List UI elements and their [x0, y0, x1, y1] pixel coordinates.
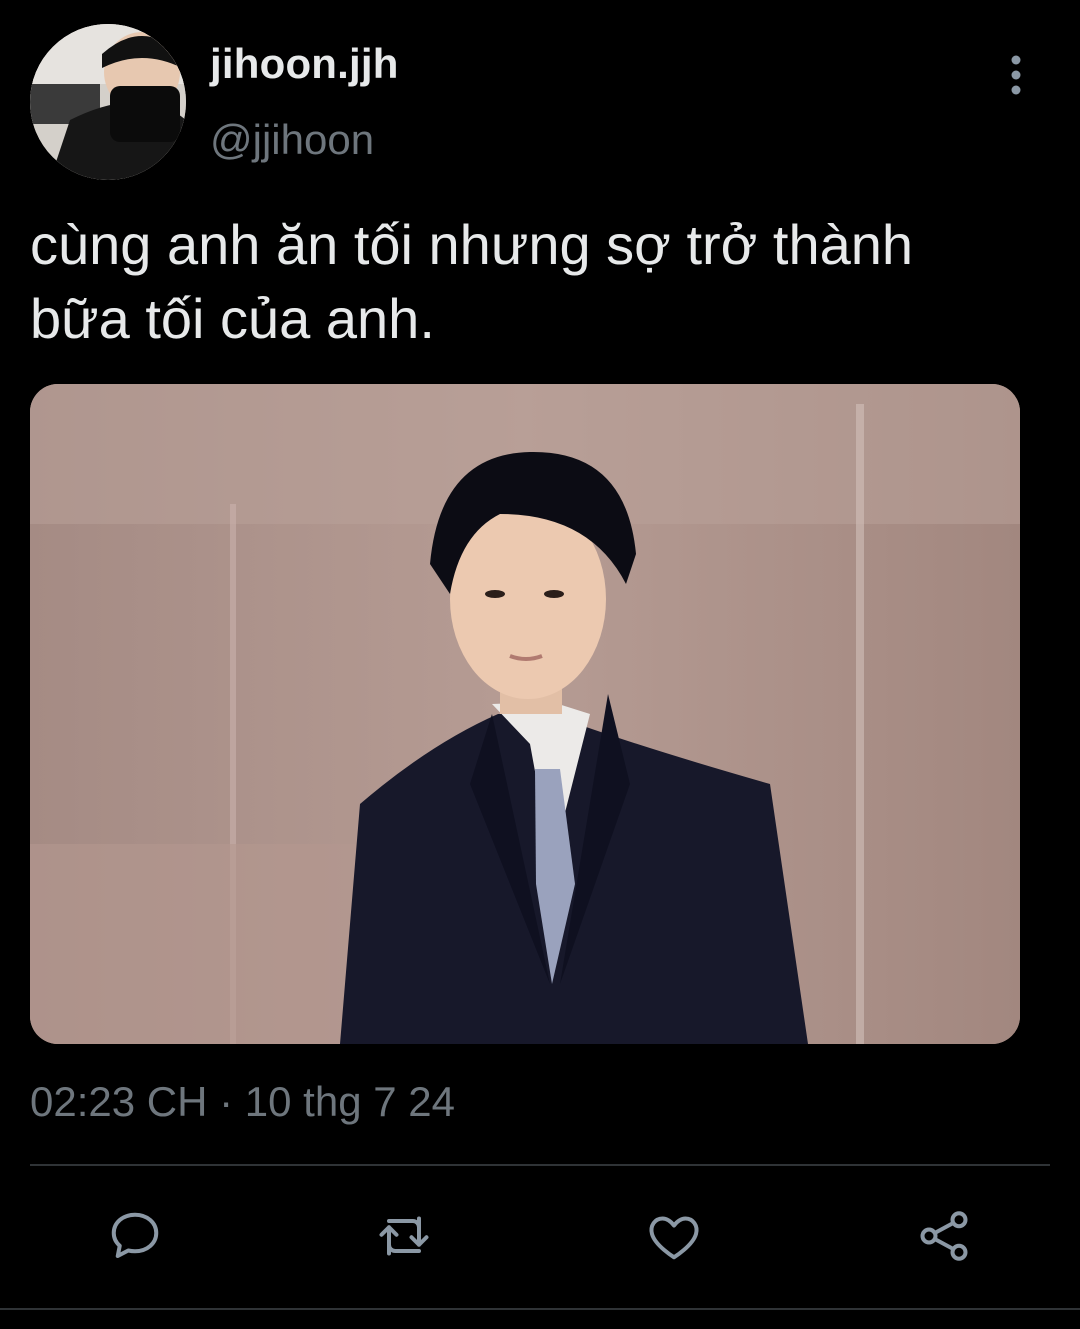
reply-button[interactable] [95, 1196, 175, 1276]
more-vertical-icon [1011, 55, 1021, 95]
author-handle[interactable]: @jjihoon [210, 116, 374, 164]
bottom-divider [0, 1308, 1080, 1310]
heart-icon [649, 1216, 699, 1260]
more-options-button[interactable] [996, 50, 1036, 100]
tweet-actions-bar [0, 1196, 1080, 1276]
tweet-date: 10 thg 7 24 [244, 1078, 455, 1125]
photo-image [30, 384, 1020, 1044]
tweet-timestamp[interactable]: 02:23 CH · 10 thg 7 24 [30, 1078, 455, 1126]
retweet-button[interactable] [364, 1196, 444, 1276]
retweet-icon [379, 1216, 429, 1256]
like-button[interactable] [634, 1196, 714, 1276]
share-icon [920, 1211, 968, 1261]
share-button[interactable] [904, 1196, 984, 1276]
avatar-photo [30, 24, 186, 180]
author-avatar[interactable] [30, 24, 186, 180]
tweet-time: 02:23 CH [30, 1078, 208, 1125]
tweet-text: cùng anh ăn tối nhưng sợ trở thành bữa t… [30, 213, 914, 350]
reply-icon [111, 1212, 159, 1258]
tweet-media-photo[interactable] [30, 384, 1020, 1044]
author-display-name[interactable]: jihoon.jjh [210, 40, 399, 88]
meta-separator: · [219, 1078, 234, 1125]
divider [30, 1164, 1050, 1166]
